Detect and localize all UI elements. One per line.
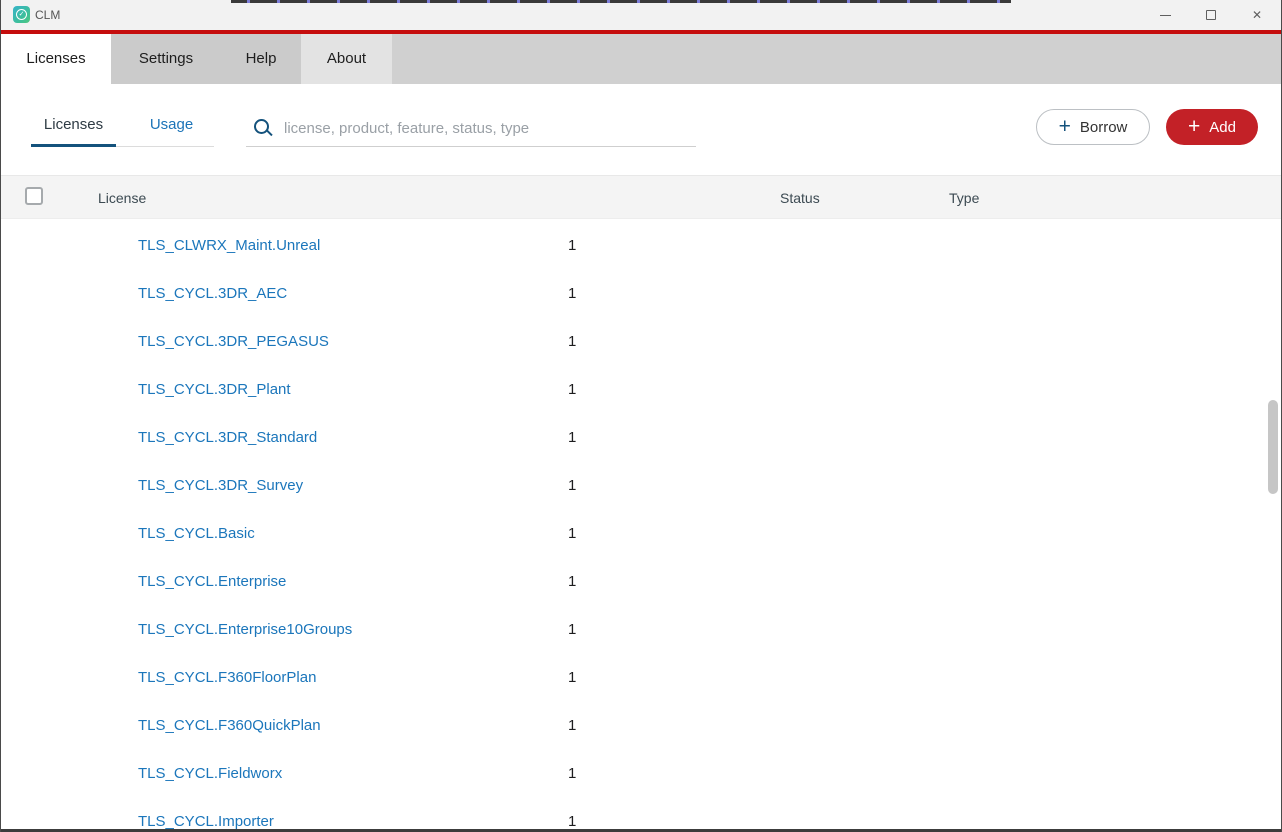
add-button-label: Add xyxy=(1209,118,1236,136)
license-count: 1 xyxy=(568,477,577,494)
license-count: 1 xyxy=(568,573,577,590)
table-row: TLS_CYCL.Fieldworx 1 xyxy=(1,750,1281,798)
add-button[interactable]: + Add xyxy=(1166,109,1258,145)
license-link[interactable]: TLS_CYCL.3DR_PEGASUS xyxy=(138,318,329,366)
table-row: TLS_CYCL.3DR_Plant 1 xyxy=(1,366,1281,414)
close-icon xyxy=(1252,6,1262,24)
table-row: TLS_CYCL.Basic 1 xyxy=(1,510,1281,558)
minimize-icon xyxy=(1159,14,1171,16)
license-link[interactable]: TLS_CYCL.3DR_AEC xyxy=(138,270,287,318)
table-row: TLS_CYCL.3DR_AEC 1 xyxy=(1,270,1281,318)
license-count: 1 xyxy=(568,621,577,638)
license-count: 1 xyxy=(568,381,577,398)
license-count: 1 xyxy=(568,525,577,542)
table-row: TLS_CYCL.F360FloorPlan 1 xyxy=(1,654,1281,702)
license-count: 1 xyxy=(568,285,577,302)
license-table-body: TLS_CLWRX_Maint.Unreal 1 TLS_CYCL.3DR_AE… xyxy=(1,222,1281,832)
license-link[interactable]: TLS_CYCL.3DR_Plant xyxy=(138,366,291,414)
license-link[interactable]: TLS_CYCL.Enterprise10Groups xyxy=(138,606,352,654)
license-link[interactable]: TLS_CYCL.Basic xyxy=(138,510,255,558)
caption-controls xyxy=(1142,0,1280,30)
table-row: TLS_CYCL.Enterprise10Groups 1 xyxy=(1,606,1281,654)
menu-tab-bar: Licenses Settings Help About xyxy=(1,34,1281,84)
plus-icon: + xyxy=(1188,114,1201,138)
column-header-license: License xyxy=(98,190,147,206)
maximize-icon xyxy=(1206,10,1216,20)
license-link[interactable]: TLS_CYCL.Fieldworx xyxy=(138,750,282,798)
search-icon xyxy=(253,118,273,138)
license-link[interactable]: TLS_CYCL.F360QuickPlan xyxy=(138,702,321,750)
tab-licenses[interactable]: Licenses xyxy=(1,34,111,84)
license-link[interactable]: TLS_CYCL.F360FloorPlan xyxy=(138,654,316,702)
license-count: 1 xyxy=(568,813,577,830)
table-row: TLS_CYCL.3DR_PEGASUS 1 xyxy=(1,318,1281,366)
license-link[interactable]: TLS_CYCL.3DR_Survey xyxy=(138,462,303,510)
table-header: License Status Type xyxy=(1,175,1281,219)
column-header-status: Status xyxy=(780,190,820,206)
borrow-button-label: Borrow xyxy=(1079,118,1128,136)
tab-about[interactable]: About xyxy=(301,34,392,84)
view-tab-licenses[interactable]: Licenses xyxy=(31,116,116,138)
license-count: 1 xyxy=(568,429,577,446)
license-count: 1 xyxy=(568,669,577,686)
table-row: TLS_CYCL.Enterprise 1 xyxy=(1,558,1281,606)
table-row: TLS_CYCL.Importer 1 xyxy=(1,798,1281,832)
license-count: 1 xyxy=(568,717,577,734)
app-window: ✓ CLM Licenses Settings Help About Licen… xyxy=(0,0,1282,832)
maximize-button[interactable] xyxy=(1188,0,1234,30)
close-button[interactable] xyxy=(1234,0,1280,30)
borrow-button[interactable]: + Borrow xyxy=(1036,109,1150,145)
table-row: TLS_CLWRX_Maint.Unreal 1 xyxy=(1,222,1281,270)
license-count: 1 xyxy=(568,237,577,254)
search-field xyxy=(246,110,696,147)
app-logo-check-icon: ✓ xyxy=(13,6,30,23)
background-window-sliver xyxy=(231,0,1011,3)
license-count: 1 xyxy=(568,333,577,350)
column-header-type: Type xyxy=(949,190,980,206)
title-bar: ✓ CLM xyxy=(1,0,1281,30)
table-row: TLS_CYCL.F360QuickPlan 1 xyxy=(1,702,1281,750)
plus-icon: + xyxy=(1058,114,1071,138)
license-link[interactable]: TLS_CYCL.3DR_Standard xyxy=(138,414,317,462)
minimize-button[interactable] xyxy=(1142,0,1188,30)
active-tab-indicator xyxy=(31,144,116,147)
license-link[interactable]: TLS_CLWRX_Maint.Unreal xyxy=(138,222,320,270)
tab-settings[interactable]: Settings xyxy=(111,34,221,84)
table-row: TLS_CYCL.3DR_Survey 1 xyxy=(1,462,1281,510)
tab-help[interactable]: Help xyxy=(221,34,301,84)
window-title: CLM xyxy=(35,8,61,22)
select-all-checkbox[interactable] xyxy=(25,187,43,205)
vertical-scrollbar-thumb[interactable] xyxy=(1268,400,1278,494)
license-link[interactable]: TLS_CYCL.Enterprise xyxy=(138,558,286,606)
license-link[interactable]: TLS_CYCL.Importer xyxy=(138,798,274,832)
table-row: TLS_CYCL.3DR_Standard 1 xyxy=(1,414,1281,462)
license-count: 1 xyxy=(568,765,577,782)
search-input[interactable] xyxy=(284,119,696,137)
view-tab-usage[interactable]: Usage xyxy=(129,116,214,138)
